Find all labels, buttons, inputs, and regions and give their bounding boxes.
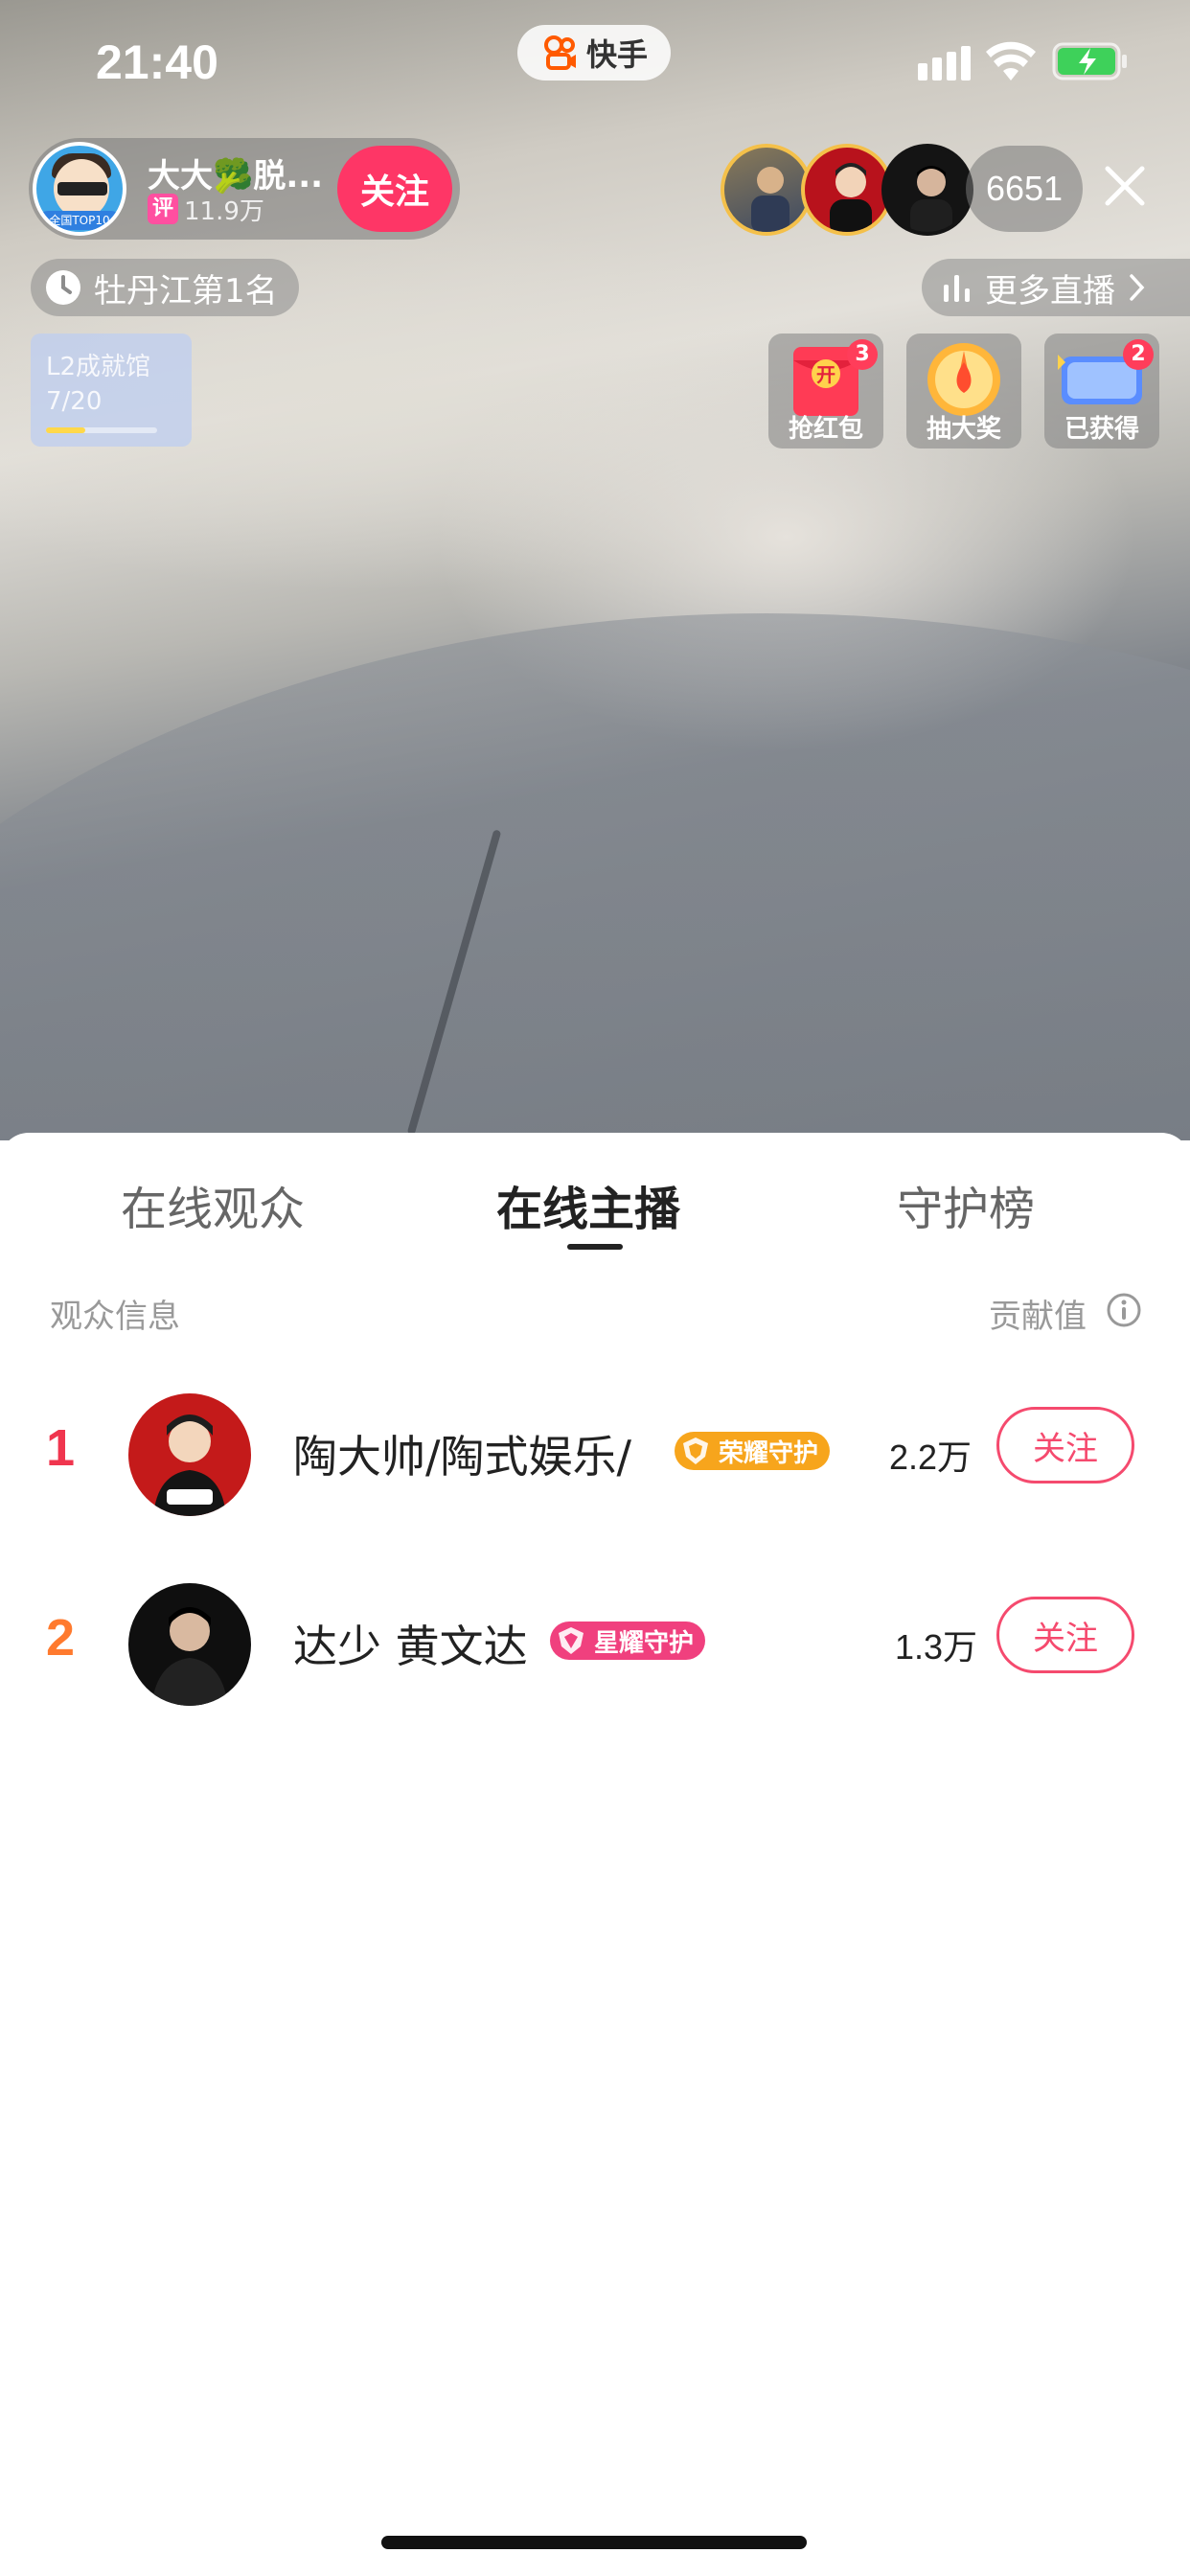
red-envelope-badge: 3 — [847, 339, 878, 370]
cellular-signal-icon — [918, 46, 971, 80]
tab-online-hosts[interactable]: 在线主播 — [496, 1171, 680, 1238]
status-time: 21:40 — [96, 35, 218, 89]
person-icon — [153, 1414, 226, 1516]
lucky-draw-label: 抽大奖 — [926, 415, 1001, 444]
viewer-avatar-1[interactable] — [721, 144, 812, 236]
follow-streamer-button[interactable]: 关注 — [337, 146, 452, 232]
streamer-name: 大大🥦脱... — [148, 157, 324, 196]
achievement-progress-text: 7/20 — [46, 387, 103, 416]
rank-number: 2 — [46, 1609, 76, 1667]
shield-icon — [683, 1438, 708, 1464]
local-rank-label: 牡丹江第1名 — [94, 271, 278, 310]
bar-chart-icon — [944, 275, 970, 302]
clock-icon — [46, 270, 80, 305]
host-avatar[interactable] — [128, 1393, 251, 1516]
sheet-tabs: 在线观众 在线主播 守护榜 — [0, 1133, 1190, 1257]
viewer-avatar-2[interactable] — [801, 144, 893, 236]
more-live-label: 更多直播 — [985, 271, 1115, 310]
video-scene-shape — [0, 613, 1190, 1140]
streamer-info-pill[interactable]: 全国TOP10 大大🥦脱... 评 11.9万 关注 — [29, 138, 460, 240]
contribution-score: 1.3万 — [895, 1627, 978, 1667]
achievement-progress-fill — [46, 427, 85, 433]
contribution-score: 2.2万 — [889, 1438, 973, 1477]
audience-info-header: 观众信息 — [50, 1298, 180, 1336]
online-list-sheet: 在线观众 在线主播 守护榜 观众信息 贡献值 1 陶大帅/陶式娱乐/ 荣耀守护 … — [0, 1133, 1190, 2576]
achievement-level-card[interactable]: L2成就馆 7/20 — [31, 334, 192, 447]
tab-online-audience[interactable]: 在线观众 — [121, 1171, 305, 1238]
home-indicator[interactable] — [381, 2536, 807, 2549]
obtained-rewards-button[interactable]: 2 已获得 — [1044, 334, 1159, 448]
rank-number: 1 — [46, 1419, 76, 1477]
lucky-draw-button[interactable]: 抽大奖 — [906, 334, 1021, 448]
host-avatar[interactable] — [128, 1583, 251, 1706]
person-icon — [151, 1607, 228, 1706]
host-name: 陶大帅/陶式娱乐/ — [293, 1431, 631, 1483]
guardian-badge: 荣耀守护 — [675, 1432, 831, 1470]
online-viewer-count[interactable]: 6651 — [966, 146, 1083, 232]
app-indicator-pill[interactable]: 快手 — [517, 25, 671, 80]
red-envelope-label: 抢红包 — [788, 415, 863, 444]
obtained-rewards-label: 已获得 — [1064, 415, 1139, 444]
contribution-header: 贡献值 — [989, 1298, 1087, 1336]
viewer-avatar-3[interactable] — [881, 144, 973, 236]
achievement-title: L2成就馆 — [46, 353, 151, 381]
info-icon[interactable] — [1106, 1292, 1142, 1328]
rating-badge: 评 — [148, 194, 178, 224]
grab-red-envelope-button[interactable]: 开 3 抢红包 — [768, 334, 883, 448]
streamer-avatar[interactable]: 全国TOP10 — [33, 142, 126, 236]
avatar-rank-tag: 全国TOP10 — [38, 211, 121, 230]
host-name: 达少 黄文达 — [293, 1621, 528, 1672]
follow-button[interactable]: 关注 — [996, 1597, 1134, 1673]
obtained-rewards-badge: 2 — [1123, 339, 1154, 370]
follow-button[interactable]: 关注 — [996, 1407, 1134, 1484]
chevron-right-icon — [1130, 274, 1145, 301]
close-icon[interactable] — [1098, 159, 1152, 213]
guardian-badge-label: 星耀守护 — [594, 1628, 695, 1658]
host-row[interactable]: 2 达少 黄文达 星耀守护 1.3万 关注 — [0, 1568, 1190, 1731]
guardian-badge-label: 荣耀守护 — [719, 1438, 819, 1468]
svg-text:开: 开 — [816, 363, 835, 386]
host-row[interactable]: 1 陶大帅/陶式娱乐/ 荣耀守护 2.2万 关注 — [0, 1378, 1190, 1541]
kuaishou-logo-icon — [543, 35, 576, 70]
guardian-badge: 星耀守护 — [550, 1622, 706, 1660]
more-live-button[interactable]: 更多直播 — [922, 259, 1190, 316]
wifi-icon — [986, 41, 1036, 80]
battery-charging-icon — [1052, 42, 1127, 80]
local-rank-pill[interactable]: 牡丹江第1名 — [31, 259, 299, 316]
tab-guardian-rank[interactable]: 守护榜 — [897, 1171, 1035, 1238]
active-tab-indicator — [567, 1244, 623, 1250]
achievement-progress-bar — [46, 427, 157, 433]
streamer-fans-count: 11.9万 — [184, 197, 264, 226]
app-name: 快手 — [585, 36, 648, 73]
gem-icon — [559, 1627, 584, 1654]
status-bar: 21:40 快手 — [0, 0, 1190, 125]
